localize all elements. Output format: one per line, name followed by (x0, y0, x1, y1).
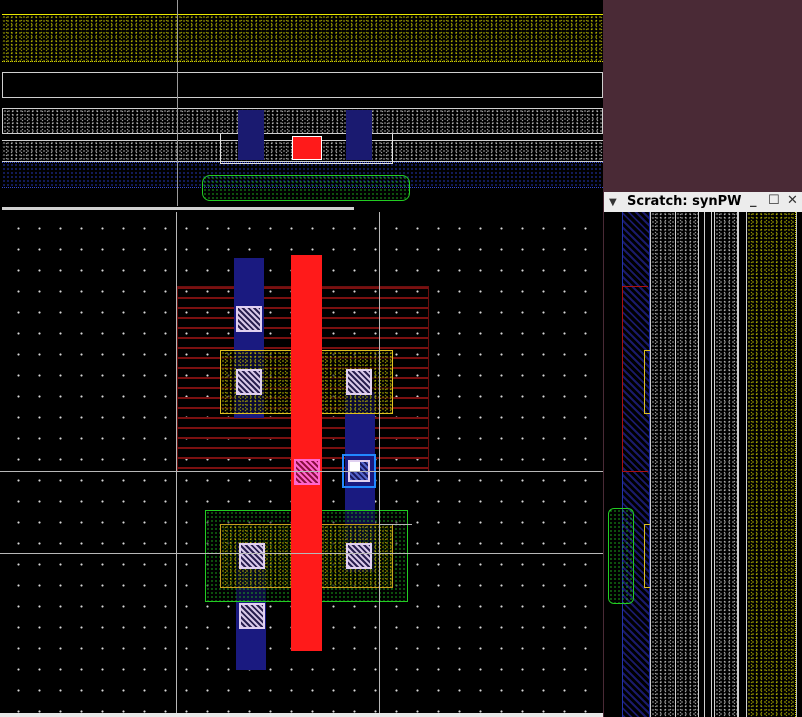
guide-horizontal-1 (0, 471, 603, 472)
scratch-stripe-4 (714, 212, 738, 717)
scratch-stripe-6 (746, 212, 796, 717)
poly-contact-center (294, 459, 320, 485)
maximize-icon[interactable]: ☐ (768, 194, 780, 208)
scratch-stripe-3 (704, 212, 712, 717)
overview-canvas[interactable]: 0 (0, 0, 603, 206)
scratch-stripe-5 (738, 212, 745, 717)
contact-6 (239, 603, 265, 629)
contact-1 (236, 306, 262, 332)
scratch-title: Scratch: synPW (627, 194, 742, 209)
scrollbar-thumb[interactable] (2, 207, 354, 210)
scratch-stripe-2 (676, 212, 699, 717)
poly-gate (291, 255, 322, 651)
close-icon[interactable]: ✕ (787, 194, 798, 208)
guide-vertical-1 (176, 212, 177, 717)
poly-contact (292, 136, 322, 160)
triangle-down-icon[interactable]: ▼ (609, 196, 617, 210)
nwell-capsule (202, 175, 410, 201)
scratch-stripe-1 (650, 212, 676, 717)
scratch-nwell-capsule (608, 508, 634, 604)
scratch-titlebar[interactable]: ▼ Scratch: synPW _ ☐ ✕ (604, 192, 802, 213)
minimize-icon[interactable]: _ (750, 194, 757, 208)
bottom-border (0, 713, 603, 717)
guide-horizontal-2 (0, 553, 603, 554)
metal-column-right (346, 110, 372, 160)
contact-3 (346, 369, 372, 395)
metal-column-left (238, 110, 264, 160)
scratch-canvas[interactable] (604, 212, 802, 717)
contact-4 (239, 543, 265, 569)
diffusion-band (2, 108, 603, 134)
guide-vertical-2 (379, 212, 380, 717)
outline-band (2, 72, 603, 98)
contact-5 (346, 543, 372, 569)
supply-rail-band (2, 14, 603, 62)
edit-canvas[interactable] (0, 212, 603, 717)
guide-line (177, 0, 178, 206)
scratch-stripe-7 (796, 212, 802, 717)
guide-horizontal-3 (380, 524, 412, 525)
contact-2 (236, 369, 262, 395)
